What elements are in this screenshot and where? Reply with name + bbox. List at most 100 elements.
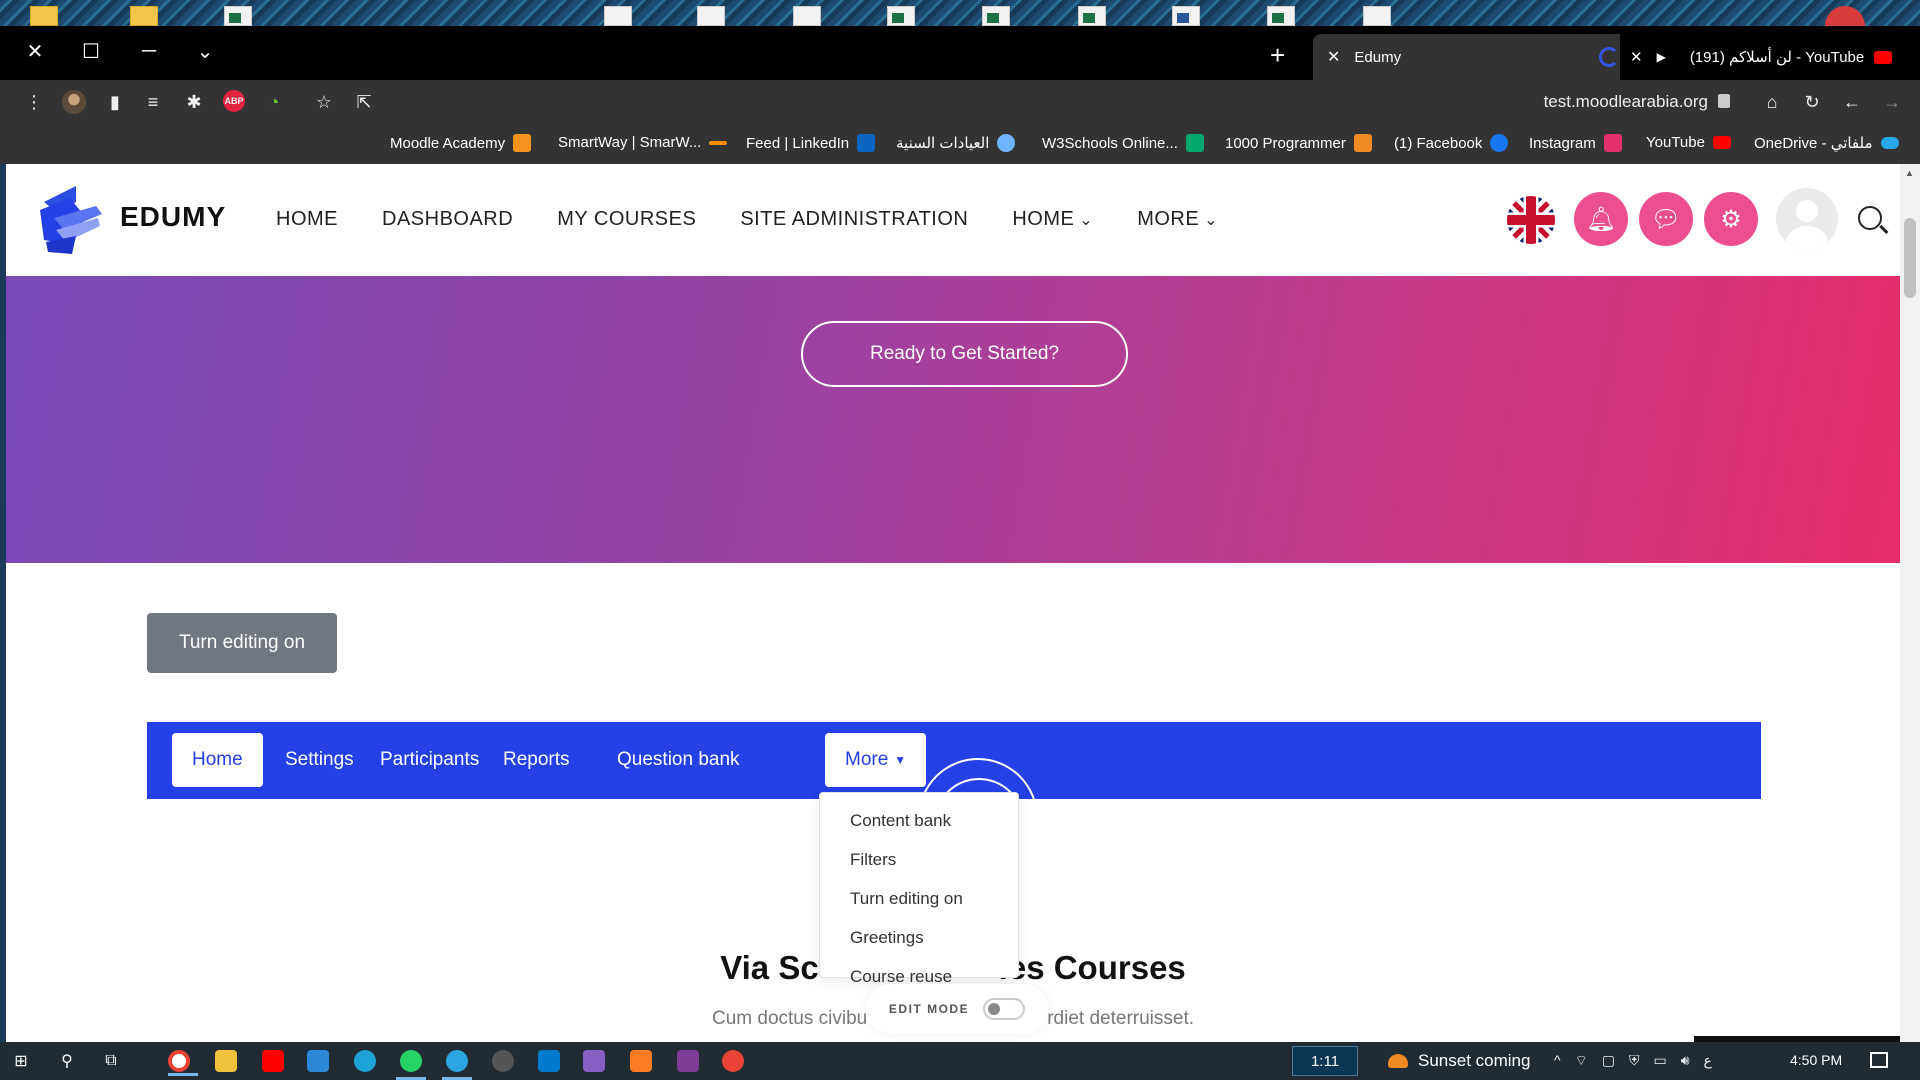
phpstorm-icon[interactable] [677, 1050, 699, 1072]
notification-center-icon[interactable] [1870, 1052, 1888, 1068]
turn-editing-on-button[interactable]: Turn editing on [147, 613, 337, 673]
settings-gear-icon[interactable]: ⚙ [1704, 192, 1758, 246]
scrollbar-thumb[interactable] [1904, 218, 1916, 298]
uk-flag-language-icon[interactable] [1507, 196, 1555, 244]
new-tab-icon[interactable]: + [1270, 40, 1285, 71]
profile-avatar[interactable] [62, 90, 86, 114]
file-icon[interactable] [1363, 6, 1391, 26]
reload-icon[interactable]: ↻ [1800, 90, 1824, 114]
visual-studio-icon[interactable] [583, 1050, 605, 1072]
edit-mode-switch[interactable]: EDIT MODE [866, 984, 1048, 1034]
bookmark-item[interactable]: Feed | LinkedIn [746, 134, 876, 152]
clock-time[interactable]: 4:50 PM [1790, 1052, 1842, 1068]
file-icon[interactable] [697, 6, 725, 26]
search-icon[interactable] [1858, 206, 1882, 230]
scroll-up-icon[interactable]: ▲ [1905, 168, 1914, 178]
messages-icon[interactable]: 💬︎ [1639, 192, 1693, 246]
weather-widget[interactable]: Sunset coming [1388, 1051, 1530, 1071]
bookmark-item[interactable]: Moodle Academy [390, 134, 532, 152]
language-indicator[interactable]: ع [1704, 1052, 1712, 1070]
maximize-window-icon[interactable]: ☐ [66, 36, 116, 66]
search-icon[interactable]: ⚲ [56, 1050, 78, 1072]
word-file-icon[interactable] [1172, 6, 1200, 26]
excel-file-icon[interactable] [1078, 6, 1106, 26]
network-icon[interactable]: ⌔ [1575, 1052, 1588, 1070]
xampp-icon[interactable] [630, 1050, 652, 1072]
tab-search-icon[interactable]: ⌄ [180, 36, 230, 66]
bookmark-item[interactable]: YouTube [1646, 134, 1731, 151]
tab-more[interactable]: More ▼ [825, 733, 927, 787]
tab-home[interactable]: Home [172, 733, 263, 787]
forward-icon[interactable]: → [1880, 90, 1904, 114]
tab-youtube[interactable]: ✕ ▶ (191) لن أسلاكم - YouTube [1620, 34, 1920, 80]
close-tab-icon[interactable]: ✕ [1327, 47, 1340, 67]
minimize-window-icon[interactable]: ─ [124, 36, 174, 66]
device-icon[interactable]: ▢ [1602, 1052, 1615, 1070]
lock-icon[interactable] [1718, 94, 1730, 108]
windows-start-icon[interactable]: ⊞ [10, 1050, 32, 1072]
get-started-button[interactable]: Ready to Get Started? [801, 321, 1128, 387]
sidepanel-icon[interactable]: ▮ [103, 90, 127, 114]
nav-more-dropdown[interactable]: MORE [1137, 208, 1218, 231]
volume-icon[interactable]: 🔊︎ [1681, 1052, 1690, 1070]
tab-reports[interactable]: Reports [483, 733, 590, 787]
audio-playing-icon[interactable]: ▶ [1657, 50, 1666, 64]
folder-icon[interactable] [30, 6, 58, 26]
home-icon[interactable]: ⌂ [1760, 90, 1784, 114]
nav-home[interactable]: HOME [276, 208, 338, 231]
youtube-app-icon[interactable] [262, 1050, 284, 1072]
vscode-icon[interactable] [538, 1050, 560, 1072]
edit-mode-toggle[interactable] [983, 998, 1026, 1020]
edumy-logo-icon[interactable] [36, 184, 104, 256]
bookmark-item[interactable]: 1000 Programmer [1225, 134, 1372, 152]
notification-bell-icon[interactable]: 🔔︎ [1574, 192, 1628, 246]
chevron-up-icon[interactable]: ^ [1554, 1052, 1561, 1070]
tab-settings[interactable]: Settings [265, 733, 374, 787]
app-shortcut-icon[interactable] [1825, 6, 1865, 28]
bookmark-item[interactable]: SmartWay | SmarW... [558, 134, 728, 151]
menu-item-content-bank[interactable]: Content bank [820, 801, 1018, 840]
file-icon[interactable] [793, 6, 821, 26]
close-tab-icon[interactable]: ✕ [1630, 48, 1643, 66]
share-icon[interactable]: ⇱ [352, 90, 376, 114]
media-player-icon[interactable] [492, 1050, 514, 1072]
back-icon[interactable]: ← [1840, 90, 1864, 114]
tab-participants[interactable]: Participants [360, 733, 499, 787]
timer-badge[interactable]: 1:11 [1292, 1046, 1358, 1076]
nav-site-administration[interactable]: SITE ADMINISTRATION [740, 208, 968, 231]
close-window-icon[interactable]: ✕ [10, 36, 60, 66]
page-scrollbar[interactable]: ▲ [1900, 164, 1920, 1042]
folder-icon[interactable] [130, 6, 158, 26]
menu-item-greetings[interactable]: Greetings [820, 918, 1018, 957]
mail-icon[interactable] [307, 1050, 329, 1072]
nav-home-dropdown[interactable]: HOME [1012, 208, 1093, 231]
tab-edumy[interactable]: ✕ Edumy [1313, 34, 1633, 80]
security-shield-icon[interactable]: ⛨ [1629, 1052, 1640, 1070]
bookmark-item[interactable]: Instagram [1529, 134, 1622, 152]
extensions-icon[interactable]: ✱ [182, 90, 206, 114]
excel-file-icon[interactable] [887, 6, 915, 26]
adblock-icon[interactable]: ABP [223, 90, 245, 112]
nav-my-courses[interactable]: MY COURSES [557, 208, 696, 231]
file-icon[interactable] [604, 6, 632, 26]
bookmark-item[interactable]: (1) Facebook [1394, 134, 1509, 152]
bookmark-item[interactable]: العيادات السنية [896, 134, 1016, 152]
reading-list-icon[interactable]: ≡ [141, 90, 165, 114]
tab-question-bank[interactable]: Question bank [597, 733, 760, 787]
user-avatar[interactable] [1776, 188, 1838, 250]
menu-dots-icon[interactable]: ⋮ [22, 90, 46, 114]
nav-dashboard[interactable]: DASHBOARD [382, 208, 513, 231]
bookmark-item[interactable]: W3Schools Online... [1042, 134, 1204, 152]
menu-item-filters[interactable]: Filters [820, 840, 1018, 879]
chrome-alt-icon[interactable] [722, 1050, 744, 1072]
excel-file-icon[interactable] [224, 6, 252, 26]
menu-item-turn-editing-on[interactable]: Turn editing on [820, 879, 1018, 918]
bookmark-item[interactable]: OneDrive - ملفاتي [1754, 134, 1899, 152]
extension-icon[interactable]: ◔ [262, 90, 286, 114]
battery-icon[interactable]: ▭ [1653, 1052, 1666, 1070]
excel-file-icon[interactable] [982, 6, 1010, 26]
chrome-icon[interactable] [168, 1050, 198, 1076]
telegram-icon[interactable] [442, 1050, 472, 1080]
excel-file-icon[interactable] [1267, 6, 1295, 26]
edge-icon[interactable] [354, 1050, 376, 1072]
